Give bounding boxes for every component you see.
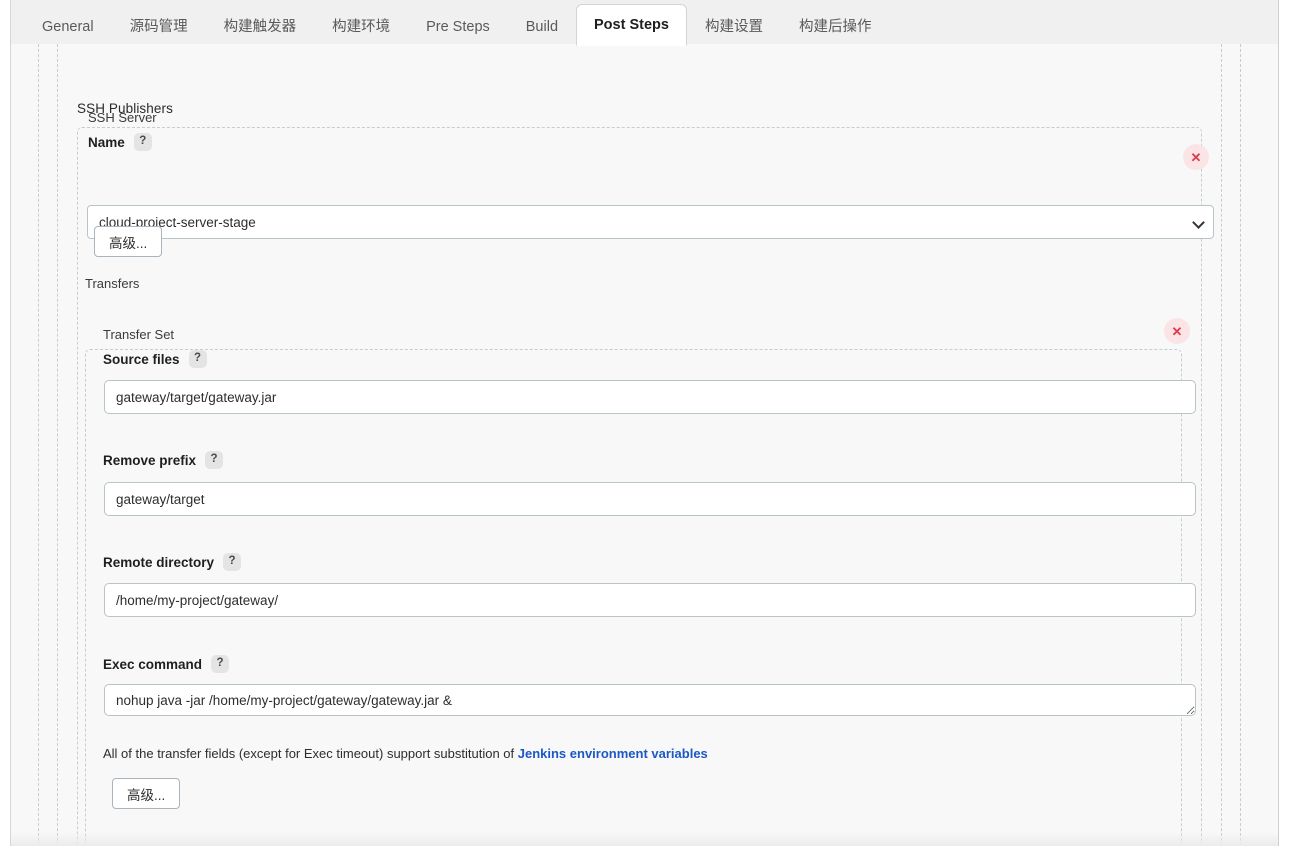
transfer-set-label: Transfer Set: [103, 327, 175, 342]
help-icon[interactable]: ?: [211, 655, 230, 673]
config-tab-bar: General 源码管理 构建触发器 构建环境 Pre Steps Build …: [10, 0, 1278, 46]
help-icon[interactable]: ?: [223, 553, 242, 571]
transfer-substitution-note: All of the transfer fields (except for E…: [103, 746, 708, 761]
remove-prefix-text: Remove prefix: [103, 452, 197, 468]
source-files-input[interactable]: [104, 380, 1196, 414]
page-root: General 源码管理 构建触发器 构建环境 Pre Steps Build …: [0, 0, 1292, 846]
transfer-note-text: All of the transfer fields (except for E…: [103, 746, 518, 761]
remote-directory-label: Remote directory ?: [103, 553, 242, 571]
exec-command-label: Exec command ?: [103, 655, 230, 673]
exec-command-textarea[interactable]: nohup java -jar /home/my-project/gateway…: [104, 684, 1196, 716]
ssh-server-name-text: Name: [88, 134, 125, 150]
delete-ssh-server-button[interactable]: ✕: [1183, 144, 1209, 170]
jenkins-env-vars-link[interactable]: Jenkins environment variables: [518, 746, 708, 761]
help-icon[interactable]: ?: [205, 451, 224, 469]
help-icon[interactable]: ?: [133, 133, 152, 151]
help-icon[interactable]: ?: [188, 350, 207, 368]
tab-source-code-management[interactable]: 源码管理: [112, 7, 206, 45]
remove-prefix-label: Remove prefix ?: [103, 451, 224, 469]
transfers-title: Transfers: [85, 276, 140, 291]
remote-directory-text: Remote directory: [103, 554, 215, 570]
ssh-server-name-select[interactable]: cloud-project-server-stage: [87, 205, 1214, 239]
config-form-body: SSH Publishers SSH Server Name ? ✕ cloud…: [11, 44, 1278, 846]
tab-pre-steps[interactable]: Pre Steps: [408, 7, 508, 45]
source-files-text: Source files: [103, 351, 180, 367]
exec-command-text: Exec command: [103, 656, 203, 672]
tab-build-triggers[interactable]: 构建触发器: [206, 7, 315, 45]
ssh-server-advanced-button[interactable]: 高级...: [94, 226, 163, 257]
delete-transfer-set-button[interactable]: ✕: [1164, 318, 1190, 344]
tab-post-steps[interactable]: Post Steps: [576, 4, 687, 46]
tab-build-settings[interactable]: 构建设置: [687, 7, 781, 45]
source-files-label: Source files ?: [103, 350, 207, 368]
tab-build-environment[interactable]: 构建环境: [314, 7, 408, 45]
page-right-rule: [1278, 0, 1279, 846]
tab-build[interactable]: Build: [508, 7, 576, 45]
remote-directory-input[interactable]: [104, 583, 1196, 617]
transfer-set-advanced-button[interactable]: 高级...: [112, 778, 181, 809]
ssh-server-name-label: Name ?: [88, 133, 152, 151]
ssh-server-name-select-wrap: cloud-project-server-stage: [87, 205, 1214, 239]
tab-general[interactable]: General: [24, 7, 112, 45]
remove-prefix-input[interactable]: [104, 482, 1196, 516]
ssh-server-group-label: SSH Server: [88, 110, 157, 125]
tab-post-build-actions[interactable]: 构建后操作: [781, 7, 890, 45]
